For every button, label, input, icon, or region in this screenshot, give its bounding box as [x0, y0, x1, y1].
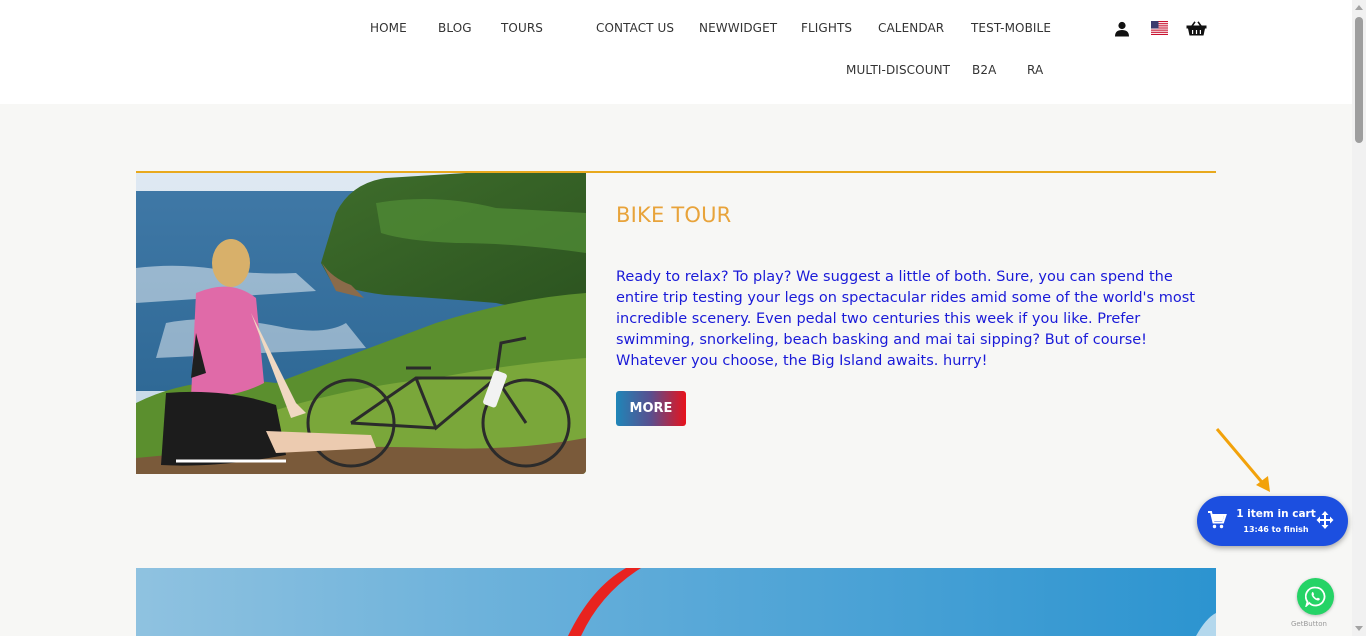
- nav-tours[interactable]: TOURS: [501, 21, 543, 35]
- whatsapp-button[interactable]: [1297, 578, 1334, 615]
- nav-flights[interactable]: FLIGHTS: [801, 21, 852, 35]
- bike-tour-image[interactable]: [136, 173, 586, 474]
- paragliding-tour-image[interactable]: [136, 568, 1216, 636]
- nav-contact-us[interactable]: CONTACT US: [596, 21, 674, 35]
- user-icon[interactable]: [1114, 21, 1130, 41]
- cart-item-count: 1 item in cart: [1236, 508, 1316, 520]
- tour-description: Ready to relax? To play? We suggest a li…: [616, 269, 1195, 369]
- more-button[interactable]: MORE: [616, 391, 686, 426]
- scroll-down-icon[interactable]: [1355, 626, 1363, 631]
- nav-test-mobile[interactable]: TEST-MOBILE: [971, 21, 1051, 35]
- nav-b2a[interactable]: B2A: [972, 63, 996, 77]
- cart-widget[interactable]: 1 item in cart 13:46 to finish: [1197, 496, 1348, 546]
- nav-calendar[interactable]: CALENDAR: [878, 21, 944, 35]
- cart-icon: [1207, 510, 1227, 534]
- scroll-thumb[interactable]: [1355, 17, 1363, 143]
- cart-timer: 13:46 to finish: [1243, 525, 1309, 534]
- getbutton-link[interactable]: GetButton: [1291, 620, 1327, 628]
- arrow-hint-icon: [1215, 428, 1270, 492]
- site-header: HOME BLOG TOURS CONTACT US NEWWIDGET FLI…: [0, 0, 1352, 104]
- scroll-up-icon[interactable]: [1355, 5, 1363, 10]
- nav-multi-discount[interactable]: MULTI-DISCOUNT: [846, 63, 950, 77]
- basket-icon[interactable]: [1186, 21, 1207, 40]
- us-flag-icon[interactable]: [1151, 20, 1168, 39]
- nav-ra[interactable]: RA: [1027, 63, 1043, 77]
- move-icon[interactable]: [1316, 510, 1334, 534]
- page-scrollbar[interactable]: [1352, 0, 1366, 636]
- nav-newwidget[interactable]: NEWWIDGET: [699, 21, 777, 35]
- nav-blog[interactable]: BLOG: [438, 21, 472, 35]
- whatsapp-icon: [1304, 586, 1326, 611]
- tour-title[interactable]: BIKE TOUR: [616, 203, 731, 227]
- nav-home[interactable]: HOME: [370, 21, 407, 35]
